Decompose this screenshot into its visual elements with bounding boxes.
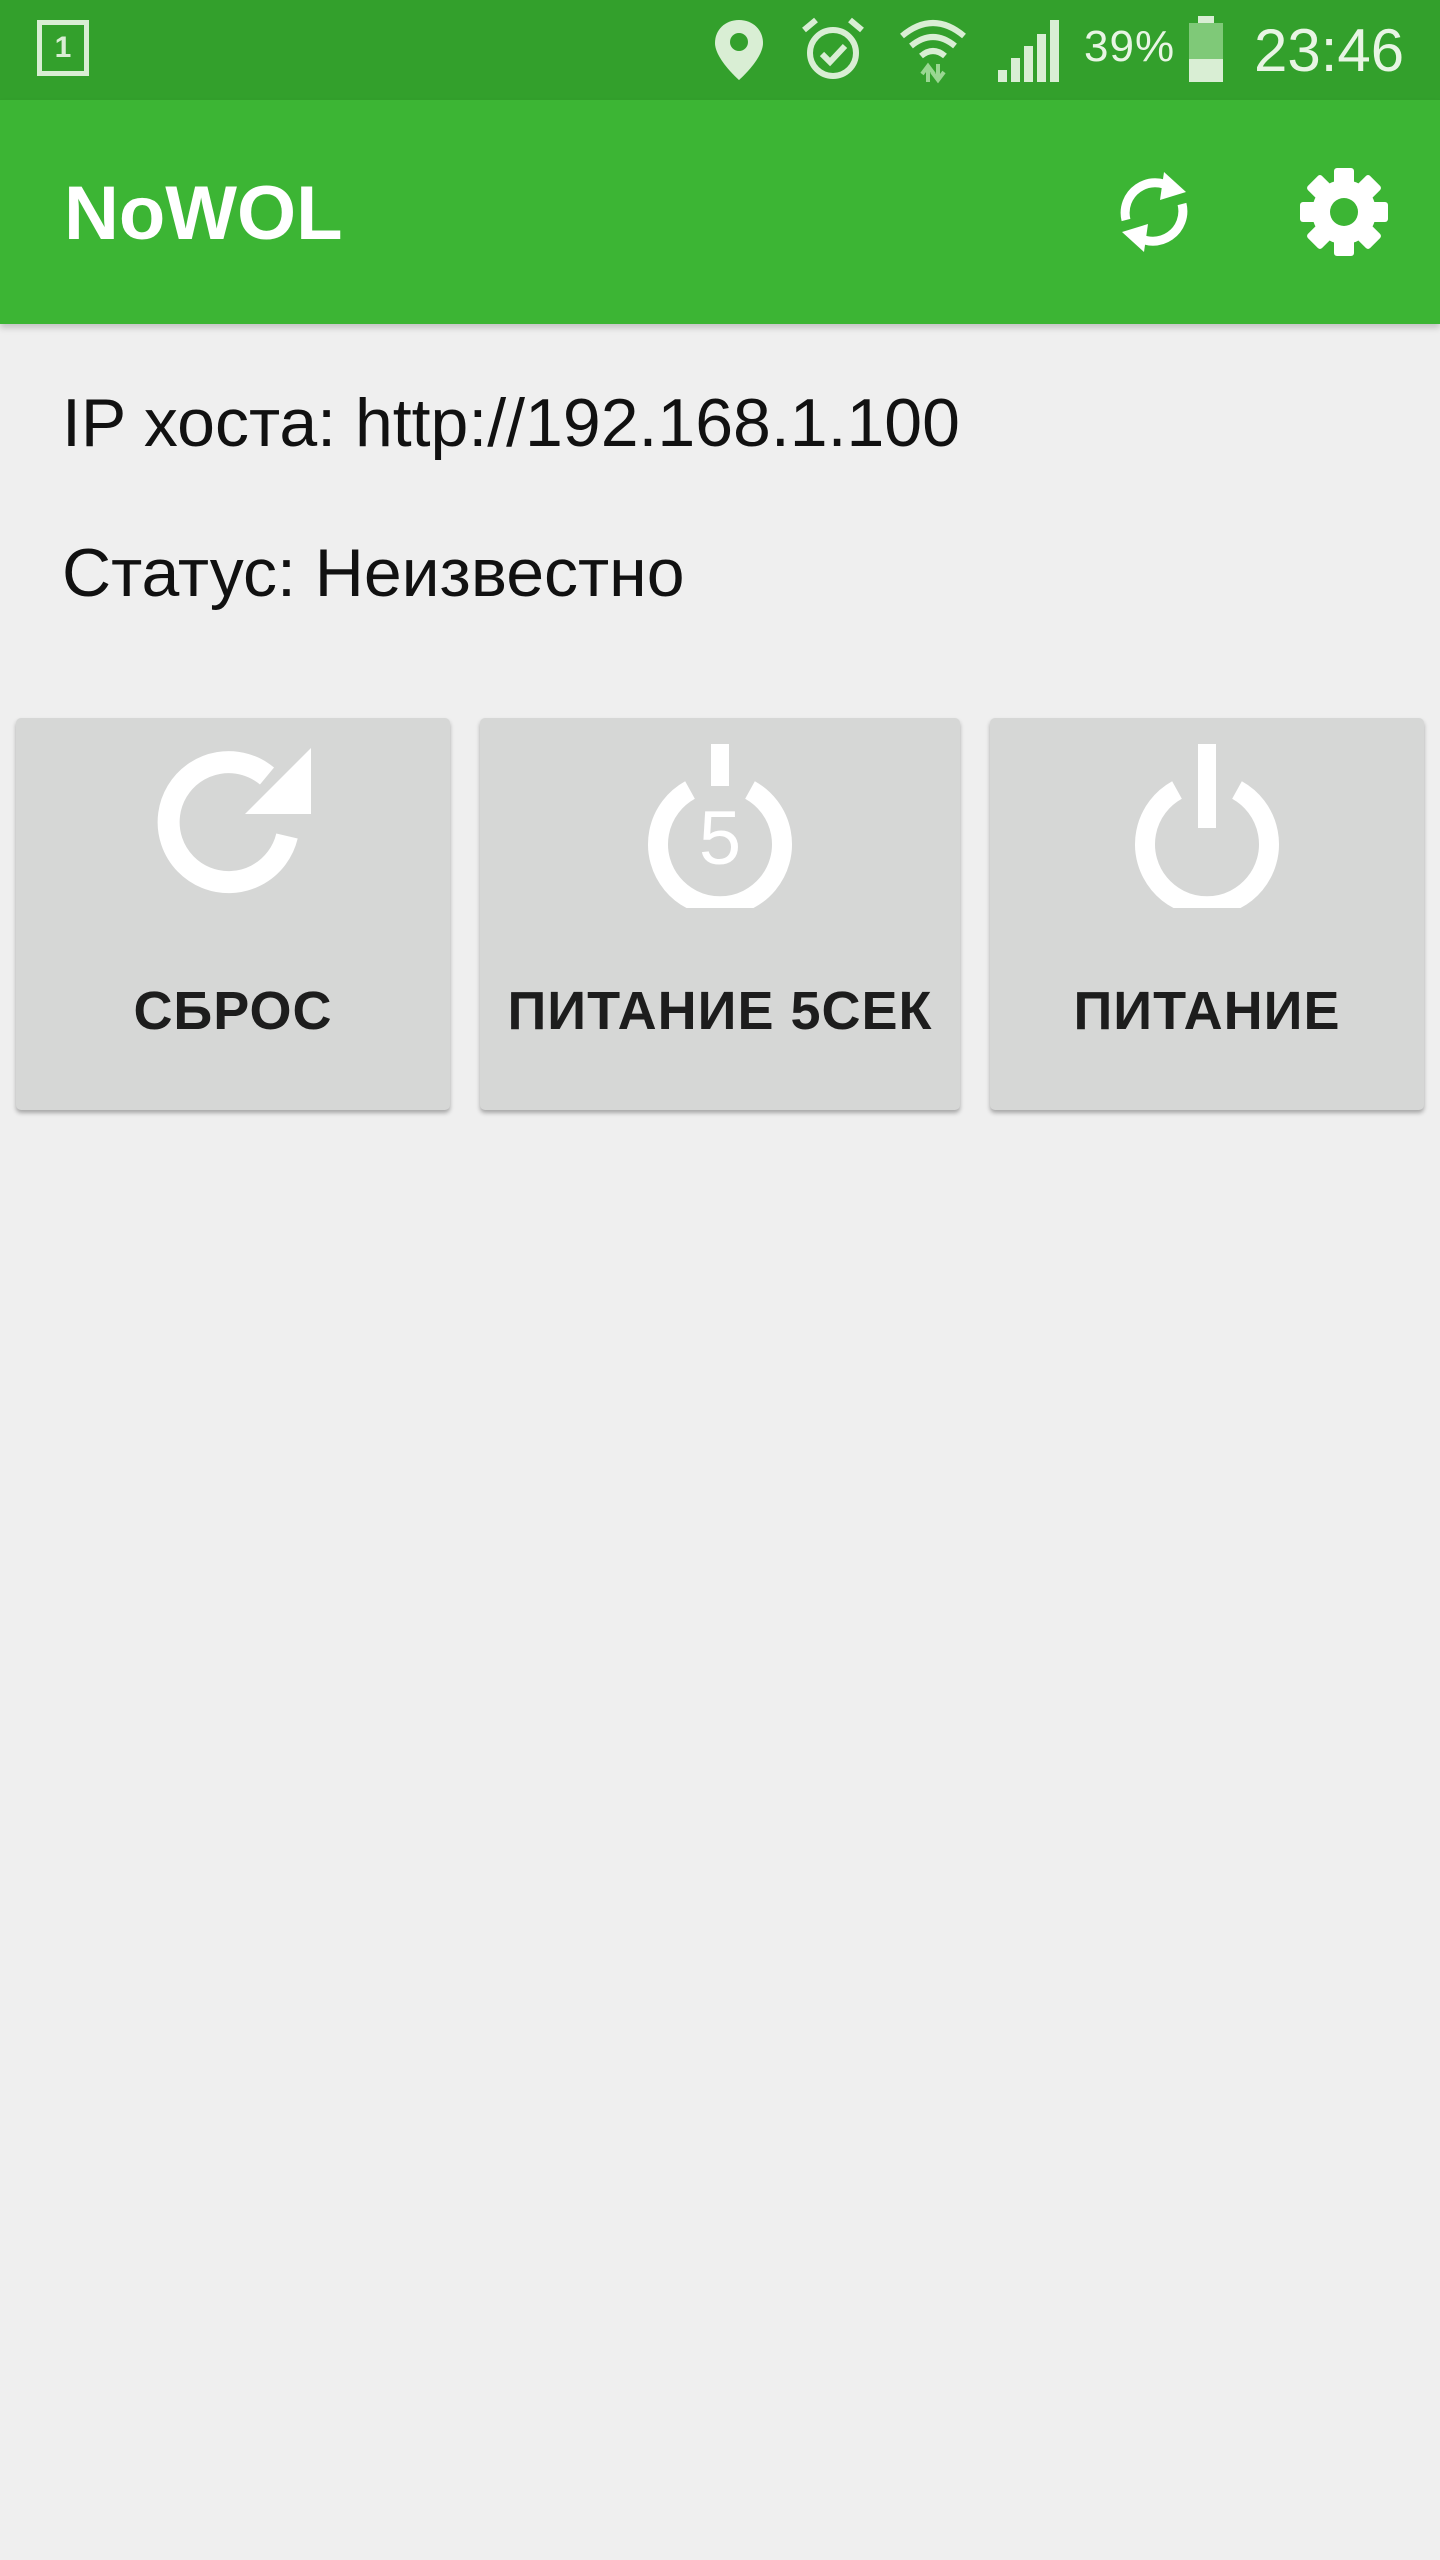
reset-button-label: СБРОС: [133, 981, 333, 1041]
app-bar: NoWOL: [0, 100, 1440, 324]
notification-icon: 1: [37, 20, 89, 76]
host-ip-text: IP хоста: http://192.168.1.100: [62, 385, 960, 461]
clock-time: 23:46: [1254, 17, 1405, 84]
reset-button[interactable]: СБРОС: [16, 718, 450, 1110]
status-bar: 1 39% 23:46: [0, 0, 1440, 100]
power-5s-button-label: ПИТАНИЕ 5СЕК: [507, 981, 933, 1041]
battery-percent: 39%: [1084, 22, 1176, 71]
refresh-icon[interactable]: [1102, 160, 1206, 264]
app-title: NoWOL: [64, 171, 343, 256]
alarm-icon: [802, 17, 864, 79]
status-text: Статус: Неизвестно: [62, 535, 685, 611]
signal-icon: [998, 20, 1059, 82]
power-button[interactable]: ПИТАНИЕ: [990, 718, 1424, 1110]
settings-icon[interactable]: [1292, 160, 1396, 264]
power-5s-icon: 5: [648, 744, 792, 908]
wifi-icon: [900, 20, 966, 84]
power-5s-button[interactable]: 5 ПИТАНИЕ 5СЕК: [480, 718, 960, 1110]
battery-icon: [1189, 16, 1223, 82]
power-button-label: ПИТАНИЕ: [1073, 981, 1341, 1041]
power-5s-icon-text: 5: [699, 796, 741, 881]
notification-badge: 1: [54, 31, 72, 64]
power-icon: [1135, 744, 1279, 908]
reset-icon: [157, 748, 311, 894]
location-icon: [715, 20, 763, 80]
